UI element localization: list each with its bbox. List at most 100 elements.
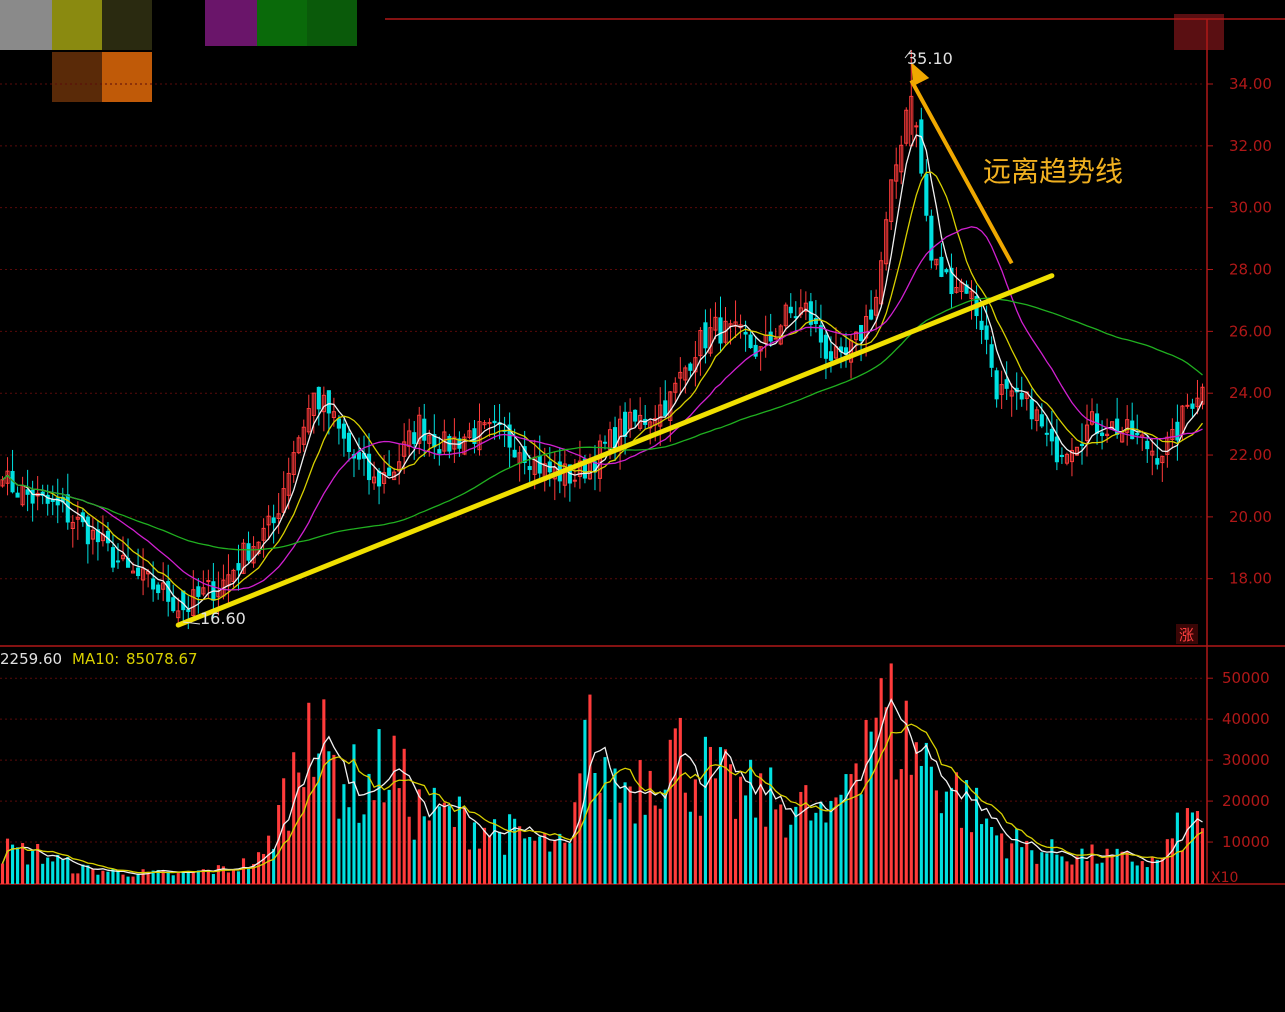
volume-bar — [518, 826, 522, 884]
volume-bar — [407, 816, 411, 884]
volume-bar — [342, 784, 346, 884]
volume-bar — [819, 801, 823, 884]
candle-body — [110, 547, 116, 568]
volume-bar — [985, 818, 989, 884]
candle-body — [1100, 432, 1105, 437]
volume-bar — [528, 837, 532, 884]
volume-bar — [834, 797, 838, 884]
candle-body — [527, 466, 532, 471]
volume-bar — [944, 791, 948, 884]
candle-body — [1145, 440, 1150, 450]
volume-bar — [894, 779, 898, 884]
volume-bar — [1080, 848, 1084, 884]
candle-body — [336, 418, 341, 429]
volume-bar — [1000, 833, 1004, 884]
volume-bar — [106, 871, 110, 884]
volume-bar — [352, 744, 356, 884]
candle-body — [743, 331, 748, 335]
volume-bar — [1055, 854, 1059, 884]
volume-bar — [1115, 848, 1119, 884]
candle-body — [346, 432, 352, 452]
volume-bar — [588, 694, 592, 884]
volume-bar — [86, 865, 90, 884]
volume-bar — [216, 865, 220, 884]
volume-bar — [322, 699, 326, 884]
volume-bar — [482, 827, 487, 884]
candle-body — [25, 489, 30, 495]
candle-body — [171, 597, 176, 612]
volume-bar — [126, 876, 130, 884]
volume-bar — [1030, 850, 1034, 884]
candle-body — [1044, 432, 1049, 435]
volume-bar — [1010, 843, 1014, 884]
volume-bar — [417, 789, 421, 884]
volume-bar — [302, 787, 306, 884]
candle-body — [537, 455, 542, 474]
volume-bar — [101, 870, 105, 884]
volume-bar — [382, 802, 386, 884]
candle-body — [1029, 399, 1034, 420]
volume-tick-label: 10000 — [1222, 833, 1270, 851]
volume-bar — [929, 766, 933, 884]
volume-bar — [487, 835, 492, 884]
volume-bar — [693, 779, 697, 884]
candle-body — [989, 344, 994, 368]
volume-bar — [171, 875, 175, 884]
low-price-label: 16.60 — [200, 609, 246, 628]
price-ma-60 — [2, 297, 1203, 551]
volume-bar — [26, 864, 30, 884]
volume-bar — [794, 806, 798, 884]
candle-body — [115, 560, 121, 563]
volume-bar — [703, 736, 707, 884]
volume-bar — [1075, 856, 1079, 884]
volume-bar — [1125, 851, 1129, 884]
volume-bar — [176, 872, 180, 884]
volume-bar — [1135, 865, 1139, 884]
candle-body — [1175, 421, 1180, 441]
volume-bar — [51, 861, 55, 884]
candle-body — [924, 173, 929, 216]
volume-bar — [1150, 857, 1154, 884]
volume-bar — [387, 789, 391, 884]
volume-bar — [638, 760, 642, 884]
candle-body — [1039, 414, 1044, 427]
candle-body — [572, 479, 577, 482]
price-tick-label: 26.00 — [1229, 322, 1272, 340]
volume-bar — [472, 822, 477, 884]
candle-body — [663, 400, 668, 417]
volume-bar — [337, 818, 341, 884]
price-ma-20 — [2, 226, 1203, 591]
volume-bar — [919, 765, 923, 884]
volume-bar — [1110, 855, 1114, 884]
volume-grid — [0, 677, 1205, 843]
volume-bar — [553, 840, 557, 884]
candle-body — [65, 494, 70, 523]
volume-bar — [1180, 850, 1184, 884]
volume-bar — [879, 678, 883, 884]
volume-bar — [603, 757, 607, 884]
candle-body — [437, 449, 442, 454]
volume-bar — [402, 748, 406, 884]
candle-body — [55, 497, 60, 506]
volume-bar — [1005, 858, 1009, 884]
volume-bar — [196, 870, 200, 884]
volume-bar — [658, 808, 662, 884]
volume-bar — [236, 871, 241, 884]
candle-body — [914, 125, 919, 128]
price-tick-label: 28.00 — [1229, 261, 1272, 279]
price-tick-label: 22.00 — [1229, 446, 1272, 464]
volume-bar — [61, 859, 65, 884]
volume-bar — [688, 811, 692, 884]
volume-tick-label: 50000 — [1222, 669, 1270, 687]
volume-value: 2259.60 — [0, 650, 62, 668]
volume-bar — [5, 838, 10, 884]
candle-body — [136, 567, 141, 577]
volume-bar — [1160, 858, 1164, 884]
volume-bar — [71, 873, 75, 884]
candle-body — [50, 499, 55, 502]
volume-bar — [136, 873, 140, 884]
volume-bar — [1175, 812, 1179, 884]
volume-bar — [844, 774, 848, 884]
volume-bar — [332, 754, 336, 884]
volume-bar — [362, 814, 366, 884]
